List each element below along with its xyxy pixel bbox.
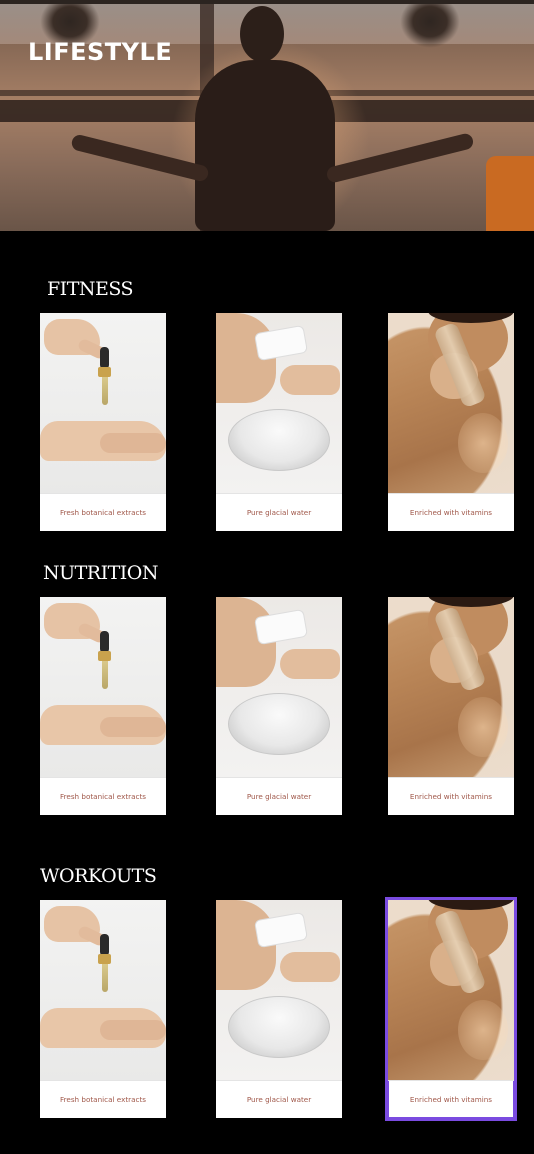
product-caption: Fresh botanical extracts [40, 493, 166, 531]
product-image-shoulder [388, 313, 514, 493]
product-image-shoulder [388, 597, 514, 777]
person-silhouette [195, 60, 335, 231]
hero-title: LIFESTYLE [28, 38, 173, 66]
product-caption: Enriched with vitamins [388, 493, 514, 531]
product-card[interactable]: Pure glacial water [216, 313, 342, 531]
product-caption: Enriched with vitamins [388, 777, 514, 815]
product-caption: Fresh botanical extracts [40, 777, 166, 815]
product-image-bowl [216, 313, 342, 493]
product-image-dropper [40, 900, 166, 1080]
product-card[interactable]: Enriched with vitamins [388, 597, 514, 815]
product-card[interactable]: Enriched with vitamins [388, 313, 514, 531]
product-image-dropper [40, 597, 166, 777]
product-caption: Pure glacial water [216, 1080, 342, 1118]
product-image-shoulder [388, 900, 514, 1080]
product-card[interactable]: Pure glacial water [216, 597, 342, 815]
product-image-dropper [40, 313, 166, 493]
person-head [240, 6, 284, 62]
section-title-nutrition: NUTRITION [43, 562, 159, 584]
product-card[interactable]: Fresh botanical extracts [40, 597, 166, 815]
product-card-selected[interactable]: Enriched with vitamins [385, 897, 517, 1121]
product-caption: Enriched with vitamins [388, 1080, 514, 1118]
section-title-workouts: WORKOUTS [40, 865, 157, 887]
product-image-bowl [216, 597, 342, 777]
product-caption: Pure glacial water [216, 777, 342, 815]
product-image-bowl [216, 900, 342, 1080]
hero-banner: LIFESTYLE [0, 0, 534, 231]
product-card[interactable]: Pure glacial water [216, 900, 342, 1118]
product-caption: Fresh botanical extracts [40, 1080, 166, 1118]
orange-object [486, 156, 534, 231]
section-title-fitness: FITNESS [47, 278, 134, 300]
product-card[interactable]: Fresh botanical extracts [40, 900, 166, 1118]
product-caption: Pure glacial water [216, 493, 342, 531]
product-card[interactable]: Fresh botanical extracts [40, 313, 166, 531]
palm-tree-shape [400, 4, 460, 48]
